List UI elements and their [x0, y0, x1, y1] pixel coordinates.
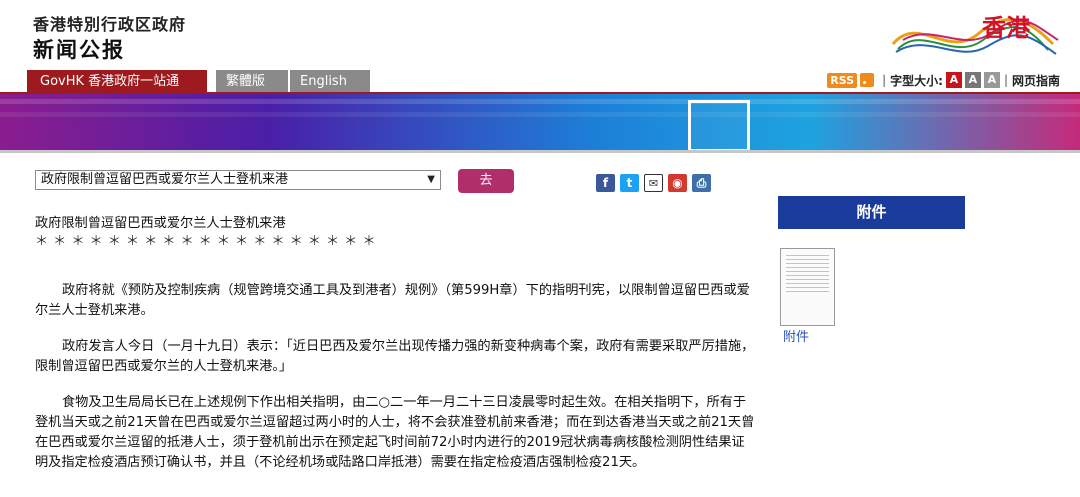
- thumbnail-line: [786, 275, 829, 276]
- brand-hong-kong-logo[interactable]: 香港: [888, 4, 1060, 64]
- rss-button[interactable]: RSS: [827, 72, 858, 88]
- divider: |: [1003, 73, 1008, 87]
- thumbnail-line: [786, 287, 829, 288]
- share-icons: f t ✉ ◉ ⎙: [596, 174, 711, 192]
- font-size-label: 字型大小:: [890, 73, 943, 88]
- attachment-thumbnail[interactable]: [780, 248, 835, 326]
- logo-text: 香港: [982, 13, 1030, 42]
- banner-frame: [688, 100, 750, 152]
- dropdown-arrow-icon: ▼: [427, 174, 435, 185]
- article-paragraph: 政府发言人今日（一月十九日）表示：「近日巴西及爱尔兰出现传播力强的新变种病毒个案…: [35, 339, 755, 374]
- mail-icon[interactable]: ✉: [644, 174, 663, 192]
- traditional-chinese-link[interactable]: 繁體版: [216, 70, 288, 94]
- font-medium-button[interactable]: A: [964, 72, 981, 88]
- government-name: 香港特別行政区政府: [33, 15, 187, 34]
- thumbnail-line: [786, 267, 829, 268]
- article-title: 政府限制曾逗留巴西或爱尔兰人士登机来港: [35, 216, 286, 231]
- thumbnail-line: [786, 255, 829, 256]
- dragon-ribbon-icon: [891, 18, 1059, 55]
- font-large-button[interactable]: A: [983, 72, 1000, 88]
- rss-icon[interactable]: [860, 73, 875, 87]
- attachment-link[interactable]: 附件: [783, 326, 809, 345]
- article: 政府限制曾逗留巴西或爱尔兰人士登机来港 ＊＊＊＊＊＊＊＊＊＊＊＊＊＊＊＊＊＊＊ …: [35, 215, 757, 489]
- banner-stripe: [0, 112, 1080, 117]
- thumbnail-line: [786, 279, 829, 280]
- go-button[interactable]: 去: [458, 169, 514, 193]
- article-paragraph: 政府将就《预防及控制疾病（规管跨境交通工具及到港者）规例》（第599H章）下的指…: [35, 283, 750, 318]
- twitter-icon[interactable]: t: [620, 174, 639, 192]
- govhk-link[interactable]: GovHK 香港政府一站通: [27, 70, 207, 94]
- press-release-title: 新闻公报: [33, 38, 125, 62]
- banner-stripe: [0, 99, 1080, 104]
- attachment-heading: 附件: [778, 196, 965, 229]
- press-release-select[interactable]: 政府限制曾逗留巴西或爱尔兰人士登机来港 ▼: [35, 170, 441, 190]
- article-paragraph: 食物及卫生局局长已在上述规例下作出相关指明，由二○二一年一月二十三日凌晨零时起生…: [35, 395, 755, 470]
- header-banner: [0, 94, 1080, 152]
- select-value: 政府限制曾逗留巴西或爱尔兰人士登机来港: [41, 172, 289, 187]
- title-separator: ＊＊＊＊＊＊＊＊＊＊＊＊＊＊＊＊＊＊＊: [35, 234, 381, 249]
- font-small-button[interactable]: A: [945, 72, 962, 88]
- print-icon[interactable]: ⎙: [692, 174, 711, 192]
- thumbnail-line: [786, 259, 829, 260]
- divider: |: [882, 73, 887, 87]
- thumbnail-line: [786, 291, 829, 292]
- thumbnail-line: [786, 263, 829, 264]
- header: 香港特別行政区政府 新闻公报 香港: [0, 0, 1080, 70]
- page-guide-link[interactable]: 网页指南: [1012, 72, 1060, 89]
- banner-divider: [0, 150, 1080, 153]
- thumbnail-line: [786, 271, 829, 272]
- english-link[interactable]: English: [290, 70, 370, 94]
- tool-bar: RSS | 字型大小: A A A | 网页指南: [827, 70, 1060, 90]
- thumbnail-line: [786, 283, 829, 284]
- facebook-icon[interactable]: f: [596, 174, 615, 192]
- weibo-icon[interactable]: ◉: [668, 174, 687, 192]
